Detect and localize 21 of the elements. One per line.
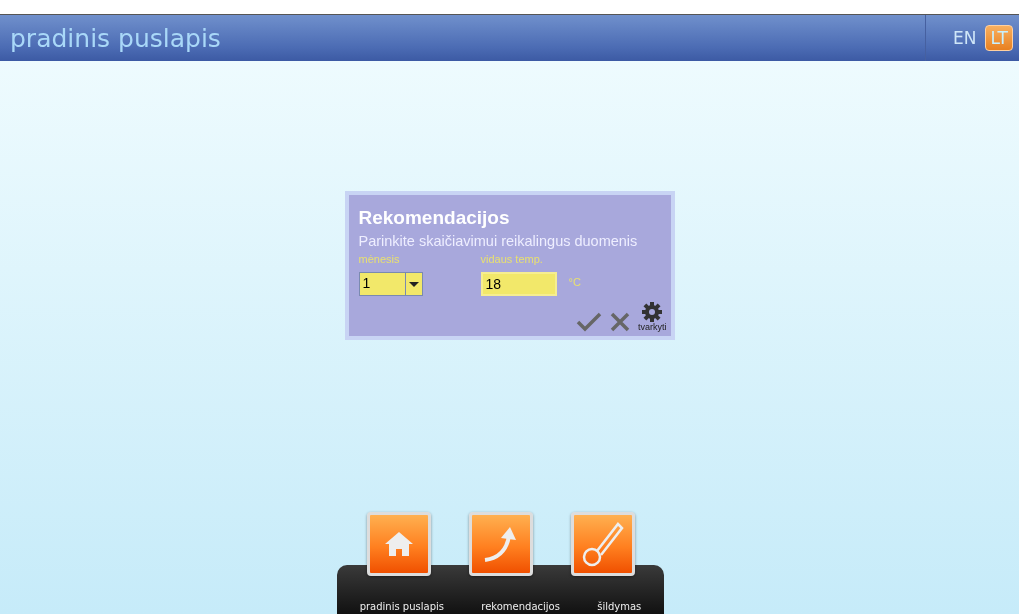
page-title: pradinis puslapis (10, 23, 221, 53)
panel-title: Rekomendacijos (358, 207, 511, 229)
field-label: mėnesis (358, 253, 401, 265)
dock-button[interactable] (367, 512, 431, 576)
thermometer-icon (581, 520, 625, 568)
caret-icon (408, 281, 419, 287)
temperature-input[interactable]: 18 (480, 272, 557, 296)
unit-label: °C (568, 276, 581, 288)
panel-subtitle: Parinkite skaičiavimui reikalingus duomenis (358, 233, 639, 249)
close-icon[interactable] (610, 312, 630, 332)
dock-label: pradinis puslapis (359, 601, 444, 612)
edit-button[interactable]: tvarkyti (638, 302, 667, 332)
dock-label: šildymas (597, 601, 642, 612)
dock-button[interactable] (571, 512, 635, 576)
dock-label: rekomendacijos (481, 601, 560, 612)
house-icon (384, 531, 414, 557)
check-icon[interactable] (576, 312, 602, 332)
gear-icon (642, 302, 663, 322)
dock-button[interactable] (469, 512, 533, 576)
month-dropdown[interactable]: 1 (358, 272, 423, 296)
field-label: vidaus temp. (480, 253, 544, 265)
